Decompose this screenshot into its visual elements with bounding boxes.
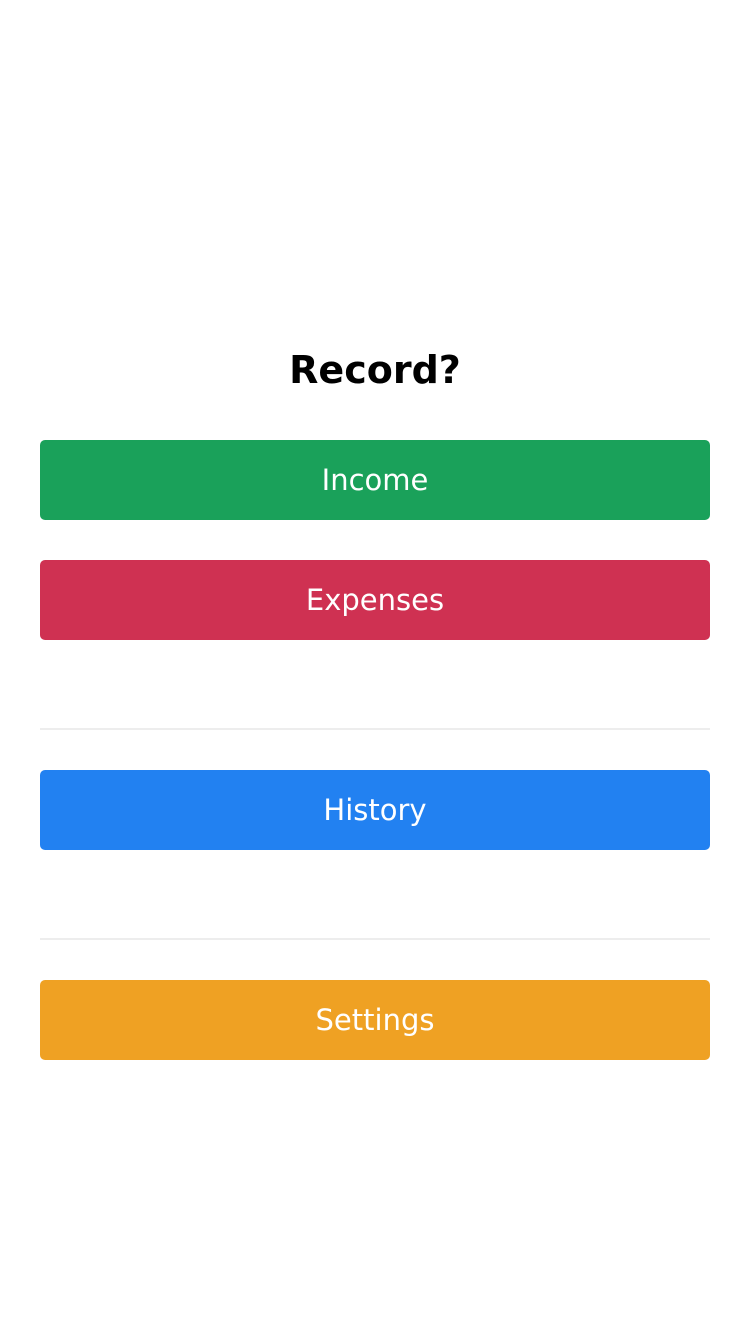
history-button[interactable]: History <box>40 770 710 850</box>
income-button[interactable]: Income <box>40 440 710 520</box>
expenses-button[interactable]: Expenses <box>40 560 710 640</box>
divider <box>40 728 710 730</box>
divider <box>40 938 710 940</box>
main-menu-screen: Record? Income Expenses History Settings <box>0 0 750 1334</box>
page-title: Record? <box>289 348 461 392</box>
settings-button[interactable]: Settings <box>40 980 710 1060</box>
